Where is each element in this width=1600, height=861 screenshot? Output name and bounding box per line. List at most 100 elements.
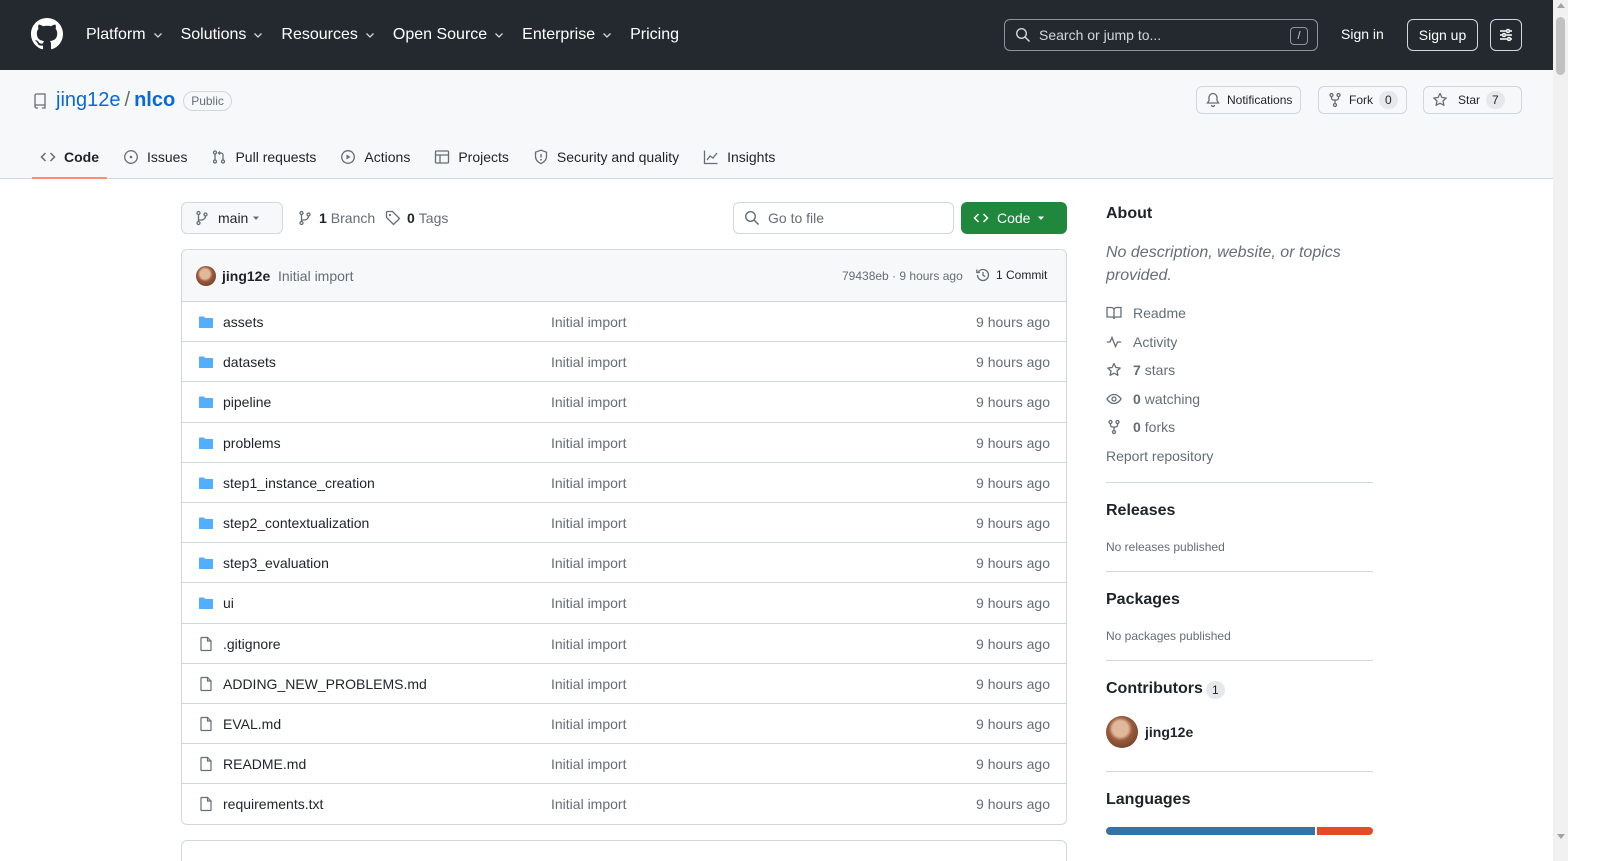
file-row[interactable]: README.md Initial import 9 hours ago <box>182 744 1066 785</box>
sign-in-link[interactable]: Sign in <box>1333 24 1392 44</box>
file-name[interactable]: README.md <box>223 756 306 772</box>
star-button[interactable]: Star 7 <box>1423 86 1522 114</box>
tab-projects[interactable]: Projects <box>426 134 517 179</box>
file-row[interactable]: assets Initial import 9 hours ago <box>182 302 1066 343</box>
stars-link[interactable]: 7 stars <box>1106 362 1175 378</box>
language-segment[interactable] <box>1106 827 1315 835</box>
tab-actions-label: Actions <box>364 148 411 165</box>
file-row[interactable]: problems Initial import 9 hours ago <box>182 423 1066 463</box>
file-row[interactable]: ADDING_NEW_PROBLEMS.md Initial import 9 ho… <box>182 664 1066 704</box>
file-name[interactable]: step1_instance_creation <box>223 475 375 491</box>
tags-link[interactable]: 0 Tags <box>385 210 448 226</box>
nav-pricing-label: Pricing <box>630 26 679 43</box>
file-row[interactable]: pipeline Initial import 9 hours ago <box>182 382 1066 423</box>
tab-code[interactable]: Code <box>32 134 107 179</box>
commit-hash-time[interactable]: 79438eb · 9 hours ago <box>842 269 963 283</box>
file-commit-message[interactable]: Initial import <box>551 595 626 611</box>
file-name[interactable]: assets <box>223 314 263 330</box>
repo-title: jing12e / nlco Public <box>32 89 232 112</box>
repo-owner-link[interactable]: jing12e <box>56 89 121 112</box>
file-name[interactable]: EVAL.md <box>223 716 281 732</box>
commit-message[interactable]: Initial import <box>278 268 353 284</box>
contributors-heading[interactable]: Contributors <box>1106 680 1203 698</box>
file-commit-message[interactable]: Initial import <box>551 475 626 491</box>
file-commit-message[interactable]: Initial import <box>551 435 626 451</box>
branches-link[interactable]: 1 Branch <box>297 210 375 226</box>
nav-solutions[interactable]: Solutions <box>181 26 265 44</box>
file-commit-message[interactable]: Initial import <box>551 636 626 652</box>
contributor-name[interactable]: jing12e <box>1145 724 1193 740</box>
file-commit-message[interactable]: Initial import <box>551 314 626 330</box>
file-row[interactable]: EVAL.md Initial import 9 hours ago <box>182 704 1066 745</box>
file-row[interactable]: datasets Initial import 9 hours ago <box>182 342 1066 383</box>
file-row[interactable]: requirements.txt Initial import 9 hours ag… <box>182 784 1066 824</box>
avatar[interactable] <box>1106 716 1138 748</box>
nav-resources[interactable]: Resources <box>281 26 375 44</box>
activity-link[interactable]: Activity <box>1106 334 1177 350</box>
commits-link[interactable]: 1 Commit <box>975 267 1047 283</box>
code-dropdown-button[interactable]: Code <box>961 202 1067 234</box>
file-icon <box>200 716 212 731</box>
file-name[interactable]: .gitignore <box>223 636 281 652</box>
about-heading: About <box>1106 205 1153 222</box>
sign-up-button[interactable]: Sign up <box>1407 19 1478 51</box>
commit-author[interactable]: jing12e <box>222 268 270 284</box>
branch-selector-button[interactable]: main <box>181 202 283 234</box>
global-search-input[interactable]: Search or jump to... / <box>1004 19 1318 51</box>
file-commit-message[interactable]: Initial import <box>551 756 626 772</box>
language-segment[interactable] <box>1317 827 1373 835</box>
watching-link[interactable]: 0 watching <box>1106 391 1200 407</box>
file-name[interactable]: ADDING_NEW_PROBLEMS.md <box>223 676 427 692</box>
report-repository-link[interactable]: Report repository <box>1106 448 1213 464</box>
file-row[interactable]: ui Initial import 9 hours ago <box>182 583 1066 624</box>
file-row[interactable]: step3_evaluation Initial import 9 hours ag… <box>182 543 1066 584</box>
repo-name-link[interactable]: nlco <box>134 89 175 112</box>
forks-link[interactable]: 0 forks <box>1106 419 1175 435</box>
file-commit-message[interactable]: Initial import <box>551 676 626 692</box>
tab-pull-requests[interactable]: Pull requests <box>203 134 324 179</box>
nav-pricing[interactable]: Pricing <box>630 26 679 44</box>
file-name[interactable]: step2_contextualization <box>223 515 369 531</box>
file-commit-date: 9 hours ago <box>976 514 1050 531</box>
file-name[interactable]: problems <box>223 435 281 451</box>
tab-insights[interactable]: Insights <box>695 134 783 179</box>
nav-open-source[interactable]: Open Source <box>393 26 505 44</box>
file-row[interactable]: step2_contextualization Initial import 9 h… <box>182 503 1066 544</box>
branch-count: 1 <box>319 210 327 226</box>
file-commit-message[interactable]: Initial import <box>551 394 626 410</box>
appearance-settings-button[interactable] <box>1490 19 1522 51</box>
chevron-down-icon <box>153 33 162 38</box>
releases-heading[interactable]: Releases <box>1106 502 1175 520</box>
file-name[interactable]: step3_evaluation <box>223 555 329 571</box>
tab-issues[interactable]: Issues <box>115 134 195 179</box>
go-to-file-input[interactable]: Go to file <box>733 202 954 234</box>
scroll-down-arrow-icon[interactable] <box>1557 834 1565 839</box>
forks-count: 0 <box>1133 419 1141 435</box>
file-commit-message[interactable]: Initial import <box>551 515 626 531</box>
file-row[interactable]: .gitignore Initial import 9 hours ago <box>182 624 1066 664</box>
file-name[interactable]: ui <box>223 595 234 611</box>
nav-platform[interactable]: Platform <box>86 26 164 44</box>
readme-link[interactable]: Readme <box>1106 305 1186 321</box>
scroll-up-arrow-icon[interactable] <box>1557 3 1565 8</box>
notifications-button[interactable]: Notifications <box>1196 86 1302 114</box>
avatar[interactable] <box>196 266 216 286</box>
file-commit-message[interactable]: Initial import <box>551 555 626 571</box>
file-row[interactable]: step1_instance_creation Initial import 9 h… <box>182 463 1066 503</box>
fork-icon <box>1108 419 1120 435</box>
file-commit-message[interactable]: Initial import <box>551 716 626 732</box>
github-logo-icon[interactable] <box>31 18 63 50</box>
tab-security[interactable]: Security and quality <box>525 134 687 179</box>
page-scrollbar[interactable] <box>1553 0 1568 861</box>
file-name[interactable]: pipeline <box>223 394 271 410</box>
file-name[interactable]: datasets <box>223 354 276 370</box>
fork-button[interactable]: Fork 0 <box>1318 86 1407 114</box>
book-icon <box>1106 306 1122 320</box>
nav-enterprise[interactable]: Enterprise <box>522 26 613 44</box>
file-name[interactable]: requirements.txt <box>223 796 323 812</box>
packages-heading[interactable]: Packages <box>1106 591 1180 609</box>
tab-actions[interactable]: Actions <box>332 134 418 179</box>
file-commit-message[interactable]: Initial import <box>551 354 626 370</box>
file-commit-message[interactable]: Initial import <box>551 796 626 812</box>
scrollbar-thumb[interactable] <box>1556 17 1565 75</box>
